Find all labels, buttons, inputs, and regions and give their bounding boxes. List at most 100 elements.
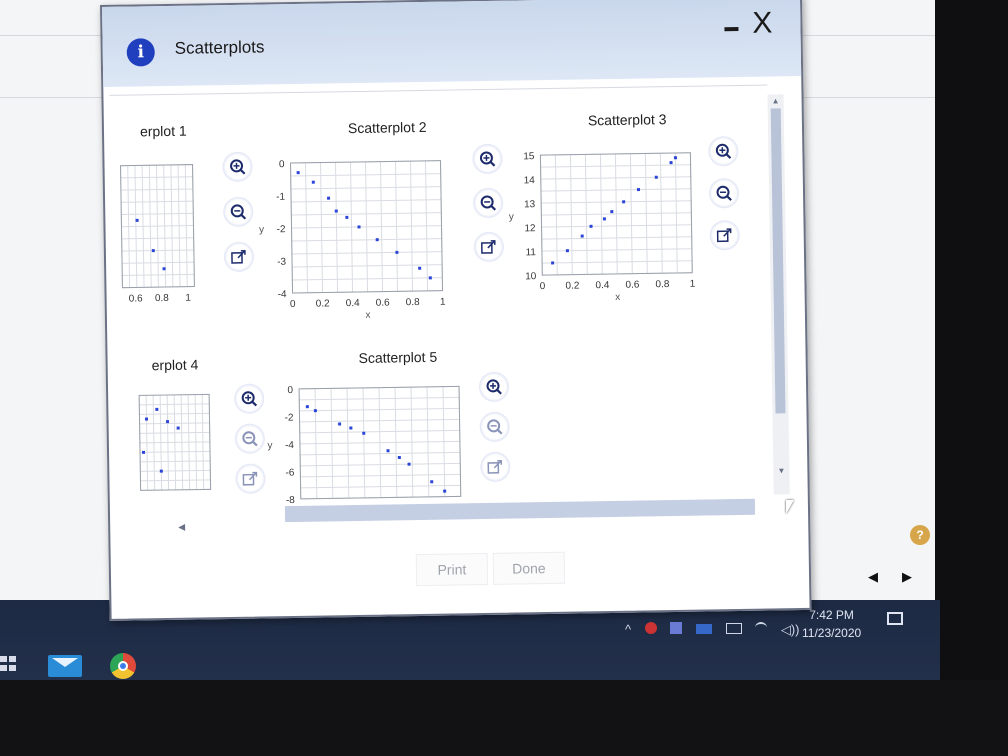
data-point (375, 238, 379, 242)
clock-date: 11/23/2020 (802, 626, 862, 640)
data-point (622, 200, 626, 204)
y-tick-label: 12 (524, 223, 536, 234)
grid-line (120, 176, 193, 179)
zoom-out-icon (487, 419, 503, 435)
notifications-icon[interactable] (887, 612, 903, 625)
close-button[interactable]: X (752, 6, 773, 39)
data-point (155, 407, 159, 411)
x-tick-label: 0.4 (595, 280, 610, 291)
x-tick-label: 1 (440, 297, 446, 308)
data-point (443, 489, 447, 493)
external-link-icon (481, 240, 496, 254)
data-point (602, 217, 606, 221)
data-point (636, 188, 640, 192)
data-point (673, 156, 677, 160)
scroll-down-icon[interactable]: ▼ (777, 466, 785, 475)
zoom-out-icon (716, 185, 732, 201)
drive-icon[interactable] (695, 624, 712, 634)
wifi-icon[interactable] (755, 622, 768, 634)
scroll-left-icon[interactable]: ◀ (178, 522, 185, 533)
scroll-up-icon[interactable]: ▲ (772, 96, 780, 105)
grid-line (140, 479, 211, 482)
grid-line (139, 441, 210, 444)
store-icon[interactable] (670, 622, 683, 634)
shield-icon[interactable] (644, 622, 657, 634)
y-tick-label: -8 (286, 495, 296, 506)
x-tick-label: 0.4 (346, 298, 361, 309)
x-tick-label: 0.8 (655, 279, 670, 290)
y-tick-label: -2 (277, 224, 287, 235)
zoom-out-icon (230, 204, 247, 220)
system-tray: ^ ◁)) (625, 622, 810, 642)
clock[interactable]: 7:42 PM 11/23/2020 (802, 606, 861, 642)
mail-icon[interactable] (48, 655, 82, 677)
grid-line (122, 273, 195, 276)
y-tick-label: -6 (285, 467, 295, 478)
data-point (357, 225, 361, 229)
data-point (135, 218, 139, 222)
x-tick-label: 0 (540, 281, 546, 292)
page-nav: ◀ ▶ (862, 567, 922, 589)
data-point (565, 249, 569, 253)
y-tick-label: -3 (277, 257, 287, 268)
mouse-cursor (786, 500, 794, 514)
data-point (334, 209, 338, 213)
data-point (142, 450, 146, 454)
y-tick-label: 13 (524, 199, 536, 210)
x-tick-label: 0.2 (565, 280, 580, 291)
data-point (311, 180, 315, 184)
data-point (345, 215, 349, 219)
scrollbar-thumb[interactable] (770, 108, 786, 414)
volume-icon[interactable]: ◁)) (781, 622, 800, 638)
dialog-titlebar: i Scatterplots X (102, 0, 802, 87)
info-icon: i (126, 38, 155, 67)
y-tick-label: -4 (285, 440, 295, 451)
grid-line (120, 188, 193, 191)
external-link-icon (487, 459, 503, 474)
data-point (305, 405, 309, 409)
x-tick-label: 0 (290, 299, 296, 310)
x-axis-label: x (615, 292, 620, 303)
data-point (349, 426, 353, 430)
grid-line (140, 469, 211, 472)
y-tick-label: 10 (525, 271, 537, 282)
external-link-icon (231, 249, 246, 264)
chrome-icon[interactable] (110, 653, 136, 679)
grid-line (139, 403, 210, 406)
grid-line (121, 212, 194, 215)
external-link-icon (242, 471, 258, 486)
y-tick-label: 0 (287, 385, 293, 396)
windows-start-icon[interactable] (0, 652, 18, 678)
grid-line (140, 460, 211, 463)
done-button[interactable]: Done (492, 551, 566, 585)
data-point (654, 175, 658, 179)
data-point (327, 196, 331, 200)
external-link-icon (716, 228, 732, 243)
zoom-in-icon (241, 391, 258, 407)
monitor-bezel-bottom (0, 680, 1008, 756)
grid-line (139, 431, 210, 434)
data-point (338, 422, 342, 426)
data-point (397, 455, 401, 460)
x-tick-label: 1 (690, 279, 696, 290)
zoom-in-icon (486, 379, 502, 395)
next-arrow-icon[interactable]: ▶ (902, 569, 912, 585)
zoom-out-icon (242, 431, 258, 447)
data-point (176, 426, 180, 430)
data-point (418, 266, 422, 270)
zoom-out-icon (480, 195, 497, 211)
battery-icon[interactable] (725, 623, 742, 634)
y-tick-label: 15 (523, 151, 535, 162)
print-button[interactable]: Print (415, 552, 489, 587)
data-point (162, 267, 166, 271)
tray-caret-icon[interactable]: ^ (625, 622, 631, 637)
grid-line (139, 412, 210, 415)
minimize-button[interactable] (724, 26, 739, 32)
prev-arrow-icon[interactable]: ◀ (868, 569, 878, 585)
x-tick-label: 1 (185, 293, 191, 304)
help-button[interactable]: ? (910, 525, 930, 545)
data-point (313, 409, 317, 413)
scatterplots-dialog: i Scatterplots X erplot 1 Scatterplot 2 … (100, 0, 812, 621)
x-tick-label: 0.8 (155, 293, 170, 304)
y-tick-label: 11 (525, 247, 536, 258)
